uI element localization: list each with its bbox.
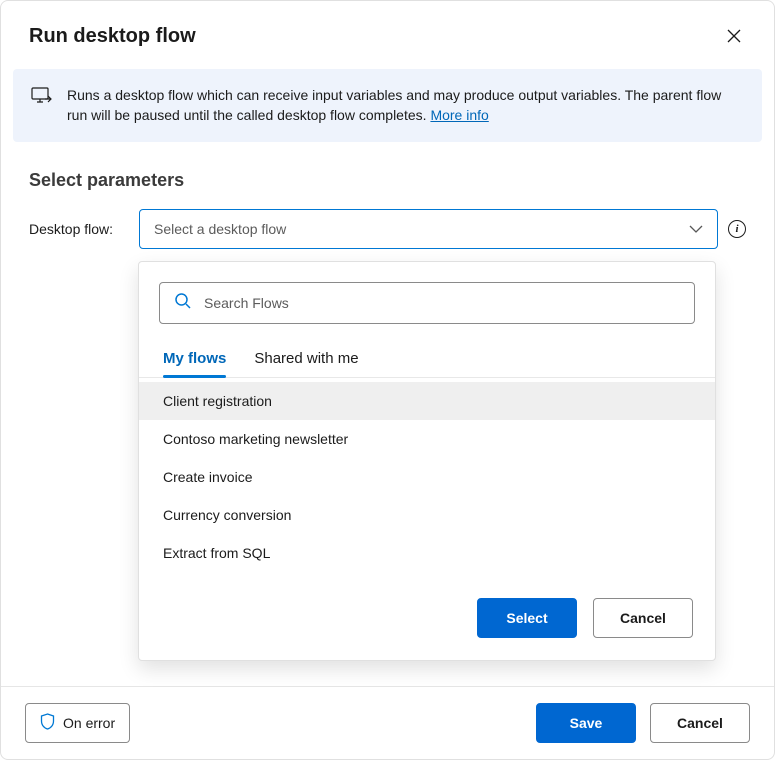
info-text-body: Runs a desktop flow which can receive in… [67, 87, 721, 123]
dialog-title: Run desktop flow [29, 25, 196, 48]
dialog-header: Run desktop flow [1, 1, 774, 61]
tab-my-flows[interactable]: My flows [163, 342, 226, 377]
flow-list: Client registration Contoso marketing ne… [139, 382, 715, 572]
close-button[interactable] [722, 25, 746, 49]
tabs: My flows Shared with me [139, 342, 715, 378]
info-icon[interactable]: i [728, 220, 746, 238]
dialog-footer: On error Save Cancel [1, 686, 774, 759]
desktop-flow-dropdown[interactable]: Select a desktop flow [139, 209, 718, 249]
search-field[interactable] [159, 282, 695, 324]
on-error-button[interactable]: On error [25, 703, 130, 743]
tab-shared-with-me[interactable]: Shared with me [254, 342, 358, 377]
popup-actions: Select Cancel [139, 572, 715, 638]
search-input[interactable] [204, 295, 680, 311]
chevron-down-icon [689, 220, 703, 238]
flow-item[interactable]: Extract from SQL [139, 534, 715, 572]
close-icon [727, 29, 741, 46]
desktop-flow-icon [31, 87, 53, 110]
on-error-label: On error [63, 715, 115, 731]
desktop-flow-label: Desktop flow: [29, 221, 129, 237]
cancel-button[interactable]: Cancel [650, 703, 750, 743]
dropdown-placeholder: Select a desktop flow [154, 221, 286, 237]
footer-actions: Save Cancel [536, 703, 750, 743]
info-text: Runs a desktop flow which can receive in… [67, 85, 744, 126]
flow-item[interactable]: Client registration [139, 382, 715, 420]
flow-picker-popup: My flows Shared with me Client registrat… [138, 261, 716, 661]
run-desktop-flow-dialog: Run desktop flow Runs a desktop flow whi… [0, 0, 775, 760]
shield-icon [40, 713, 55, 733]
flow-item[interactable]: Contoso marketing newsletter [139, 420, 715, 458]
flow-item[interactable]: Currency conversion [139, 496, 715, 534]
popup-cancel-button[interactable]: Cancel [593, 598, 693, 638]
save-button[interactable]: Save [536, 703, 636, 743]
info-bar: Runs a desktop flow which can receive in… [13, 69, 762, 142]
flow-item[interactable]: Create invoice [139, 458, 715, 496]
desktop-flow-field: Desktop flow: Select a desktop flow i [1, 209, 774, 249]
more-info-link[interactable]: More info [430, 107, 488, 123]
select-button[interactable]: Select [477, 598, 577, 638]
search-icon [174, 292, 192, 315]
section-title: Select parameters [29, 170, 746, 191]
